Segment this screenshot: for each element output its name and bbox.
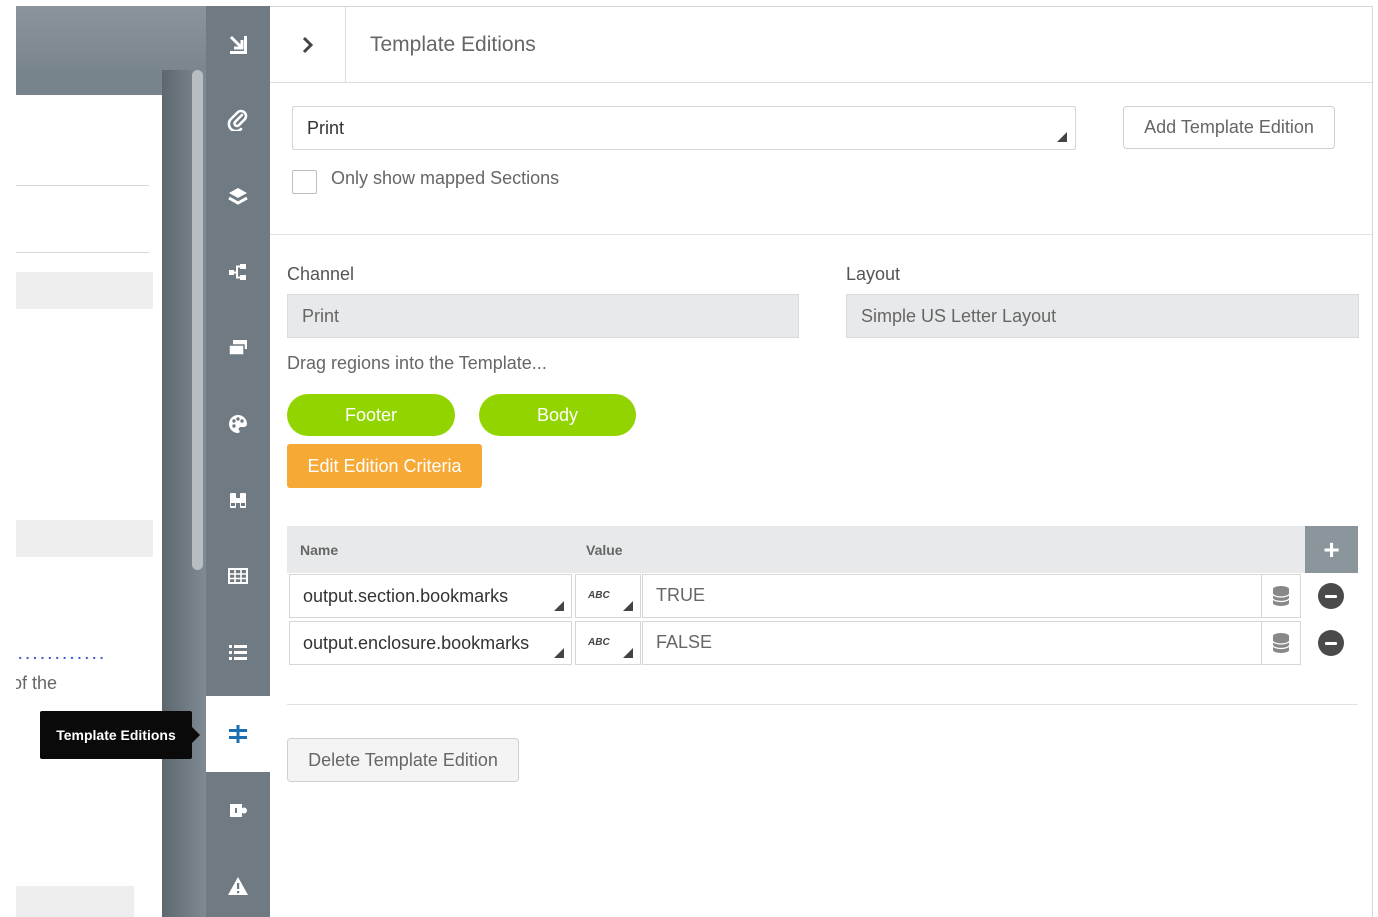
panel-icon-rail (206, 6, 270, 917)
dropdown-corner-icon (623, 648, 633, 658)
template-editions-icon (229, 725, 247, 743)
page-text-fragment: of the (16, 673, 58, 693)
rail-preview-button[interactable] (206, 462, 270, 538)
text-type-icon: ABC (588, 637, 610, 648)
rail-list-button[interactable] (206, 614, 270, 690)
collapse-panel-button[interactable] (270, 7, 346, 82)
property-name-value: output.section.bookmarks (303, 586, 509, 606)
warning-icon (228, 877, 248, 895)
list-icon (229, 645, 247, 660)
text-type-icon: ABC (588, 590, 610, 601)
section-divider (287, 704, 1358, 705)
dropdown-corner-icon (623, 601, 633, 611)
name-column-header: Name (300, 542, 339, 558)
remove-row-button[interactable] (1318, 583, 1344, 609)
layout-field: Simple US Letter Layout (846, 294, 1359, 338)
binoculars-icon (230, 493, 246, 508)
only-mapped-checkbox[interactable] (292, 170, 317, 194)
cards-icon (228, 340, 247, 356)
data-source-button[interactable] (1261, 621, 1301, 665)
rail-modules-button[interactable] (206, 772, 270, 848)
plus-icon: + (1323, 533, 1340, 565)
drag-regions-hint: Drag regions into the Template... (287, 353, 547, 373)
collapse-to-corner-icon (229, 35, 247, 54)
document-page[interactable]: ............ of the (16, 95, 162, 917)
page-section-block[interactable] (16, 520, 153, 557)
page-divider (16, 185, 149, 186)
page-section-block[interactable] (16, 886, 134, 917)
canvas-scrollbar[interactable] (192, 70, 203, 570)
dropdown-corner-icon (554, 648, 564, 658)
channel-label: Channel (287, 264, 355, 284)
database-icon (1272, 633, 1290, 653)
remove-row-button[interactable] (1318, 630, 1344, 656)
value-type-select[interactable]: ABC (575, 574, 641, 618)
channel-field: Print (287, 294, 799, 338)
section-divider (270, 234, 1372, 235)
dotted-leader: ............ (16, 648, 106, 664)
hierarchy-icon (229, 264, 246, 280)
page-divider (16, 252, 149, 253)
dropdown-corner-icon (1057, 132, 1067, 142)
puzzle-icon (230, 804, 247, 817)
page-section-block[interactable] (16, 272, 153, 309)
template-editions-panel: Template Editions Print Add Template Edi… (270, 6, 1373, 917)
rail-warnings-button[interactable] (206, 848, 270, 917)
rail-tables-button[interactable] (206, 538, 270, 614)
panel-title: Template Editions (370, 33, 536, 56)
region-footer-pill[interactable]: Footer (287, 394, 455, 436)
add-property-button[interactable]: + (1305, 526, 1358, 573)
property-name-select[interactable]: output.section.bookmarks (289, 574, 572, 618)
property-name-select[interactable]: output.enclosure.bookmarks (289, 621, 572, 665)
paperclip-icon (227, 109, 248, 131)
properties-table-header: Name Value (287, 526, 1305, 573)
delete-template-edition-button[interactable]: Delete Template Edition (287, 738, 519, 782)
template-canvas: ............ of the (16, 6, 206, 917)
panel-header: Template Editions (270, 7, 1372, 83)
rail-styles-button[interactable] (206, 386, 270, 462)
chevron-right-icon (302, 36, 313, 53)
table-row: output.section.bookmarks ABC TRUE (287, 574, 1358, 618)
dropdown-corner-icon (554, 601, 564, 611)
data-source-button[interactable] (1261, 574, 1301, 618)
region-body-pill[interactable]: Body (479, 394, 636, 436)
table-row: output.enclosure.bookmarks ABC FALSE (287, 621, 1358, 665)
property-value-input[interactable]: FALSE (642, 621, 1262, 665)
value-column-header: Value (586, 542, 623, 558)
rail-layers-button[interactable] (206, 158, 270, 234)
add-template-edition-button[interactable]: Add Template Edition (1123, 106, 1335, 149)
table-grid-icon (228, 568, 248, 584)
rail-collapse-button[interactable] (206, 6, 270, 82)
palette-icon (229, 415, 247, 433)
tooltip: Template Editions (40, 711, 200, 759)
rail-structure-button[interactable] (206, 234, 270, 310)
database-icon (1272, 586, 1290, 606)
value-type-select[interactable]: ABC (575, 621, 641, 665)
edition-select[interactable]: Print (292, 106, 1076, 150)
edit-edition-criteria-button[interactable]: Edit Edition Criteria (287, 444, 482, 488)
property-value-input[interactable]: TRUE (642, 574, 1262, 618)
layers-icon (228, 188, 248, 205)
canvas-toolbar-band (16, 6, 206, 70)
rail-content-button[interactable] (206, 310, 270, 386)
layout-label: Layout (846, 264, 901, 284)
property-name-value: output.enclosure.bookmarks (303, 633, 530, 653)
edition-select-value: Print (307, 118, 345, 138)
only-mapped-label: Only show mapped Sections (331, 168, 560, 188)
rail-template-editions-button[interactable] (206, 696, 270, 772)
rail-attachments-button[interactable] (206, 82, 270, 158)
